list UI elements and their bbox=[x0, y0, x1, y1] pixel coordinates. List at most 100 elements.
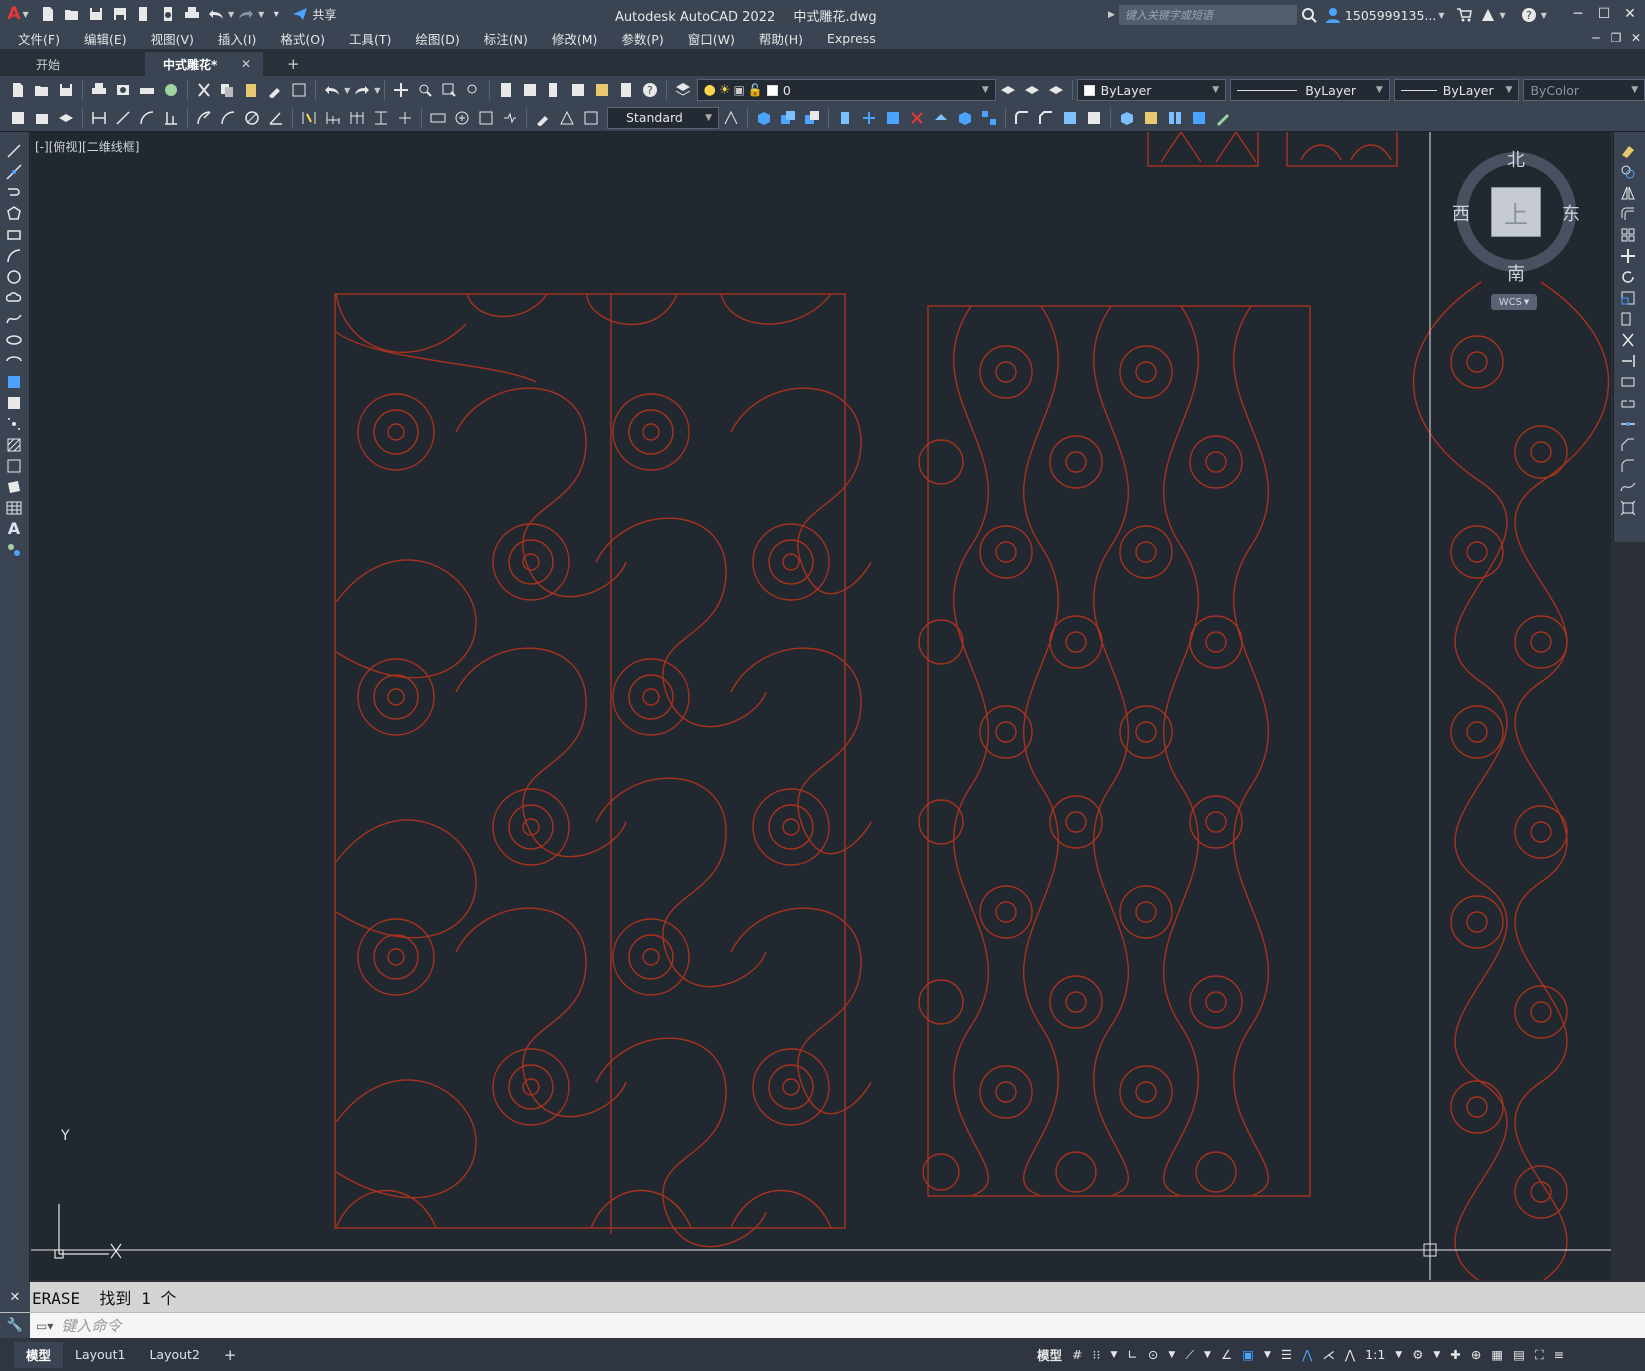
zoom-previous-icon[interactable] bbox=[462, 79, 484, 101]
dim-continue-icon[interactable] bbox=[346, 107, 368, 129]
point-icon[interactable] bbox=[0, 413, 28, 434]
close-icon[interactable]: ✕ bbox=[1617, 1, 1643, 27]
thicken-icon[interactable] bbox=[930, 107, 952, 129]
zoom-realtime-icon[interactable] bbox=[414, 79, 436, 101]
tab-model[interactable]: 模型 bbox=[14, 1341, 64, 1368]
menu-format[interactable]: 格式(O) bbox=[268, 29, 337, 48]
lineweight-toggle-icon[interactable]: ☰ bbox=[1276, 1347, 1297, 1362]
stretch-icon[interactable] bbox=[1614, 308, 1642, 329]
arc-icon[interactable] bbox=[0, 245, 28, 266]
polar-dropdown-icon[interactable]: ▼ bbox=[1163, 1350, 1180, 1360]
print-icon[interactable] bbox=[181, 3, 203, 25]
quick-dim-icon[interactable] bbox=[298, 107, 320, 129]
units-icon[interactable]: ⊕ bbox=[1466, 1347, 1486, 1362]
menu-parametric[interactable]: 参数(P) bbox=[609, 29, 675, 48]
layer-previous-icon[interactable] bbox=[1045, 79, 1067, 101]
mirror-icon[interactable] bbox=[1614, 182, 1642, 203]
offset-icon[interactable] bbox=[1614, 203, 1642, 224]
rectangle-icon[interactable] bbox=[0, 224, 28, 245]
help-icon[interactable]: ? bbox=[1518, 4, 1540, 26]
copy-faces-icon[interactable] bbox=[1212, 107, 1234, 129]
layer-thaw-icon[interactable]: ☀ bbox=[719, 83, 731, 98]
doc-restore-icon[interactable]: ❐ bbox=[1606, 28, 1626, 48]
menu-tools[interactable]: 工具(T) bbox=[337, 29, 403, 48]
union-icon[interactable] bbox=[777, 107, 799, 129]
taper-faces-icon[interactable] bbox=[1164, 107, 1186, 129]
menu-draw[interactable]: 绘图(D) bbox=[403, 29, 471, 48]
isodraft-icon[interactable]: ⟋ bbox=[1180, 1347, 1199, 1363]
search-icon[interactable] bbox=[1298, 4, 1320, 26]
offset-faces-icon[interactable] bbox=[1188, 107, 1210, 129]
dim-style-dropdown[interactable]: Standard ▼ bbox=[607, 106, 719, 129]
quick-properties-icon[interactable]: ▦ bbox=[1486, 1347, 1508, 1362]
save-icon[interactable] bbox=[85, 3, 107, 25]
center-mark-icon[interactable] bbox=[451, 107, 473, 129]
model-space-toggle[interactable]: 模型 bbox=[1032, 1345, 1067, 1364]
ellipse-arc-icon[interactable] bbox=[0, 350, 28, 371]
object-snap-dropdown-icon[interactable]: ▼ bbox=[1259, 1350, 1276, 1360]
annotation-scale-dropdown-icon[interactable]: ▼ bbox=[1390, 1350, 1407, 1360]
tab-drawing[interactable]: 中式雕花* ✕ bbox=[145, 52, 263, 76]
multiline-text-icon[interactable]: A bbox=[0, 518, 28, 539]
separate-icon[interactable] bbox=[978, 107, 1000, 129]
grid-icon[interactable]: # bbox=[1067, 1347, 1087, 1362]
compass-east[interactable]: 东 bbox=[1562, 200, 1580, 226]
annotation-scale-value[interactable]: 1:1 bbox=[1360, 1347, 1390, 1362]
customize-status-icon[interactable]: ≡ bbox=[1549, 1347, 1569, 1362]
fillet-icon[interactable] bbox=[1614, 455, 1642, 476]
open-icon[interactable] bbox=[31, 79, 53, 101]
object-snap-tracking-icon[interactable]: ∠ bbox=[1216, 1347, 1237, 1362]
paste-icon[interactable] bbox=[240, 79, 262, 101]
workspace-dropdown-icon[interactable]: ▼ bbox=[1428, 1350, 1445, 1360]
line-icon[interactable] bbox=[0, 140, 28, 161]
minimize-icon[interactable]: ─ bbox=[1565, 1, 1591, 27]
viewcube-top-face[interactable]: 上 bbox=[1491, 187, 1541, 237]
share-label[interactable]: 共享 bbox=[312, 6, 336, 23]
quick-access-dropdown-icon[interactable]: ▾ bbox=[265, 3, 287, 25]
subtract-icon[interactable] bbox=[801, 107, 823, 129]
color-dropdown[interactable]: ByLayer ▼ bbox=[1076, 79, 1227, 101]
plot-preview-icon[interactable] bbox=[157, 3, 179, 25]
plot-icon[interactable] bbox=[88, 79, 110, 101]
layer-match-icon[interactable] bbox=[1021, 79, 1043, 101]
block-icon[interactable] bbox=[7, 107, 29, 129]
layer-properties-icon[interactable] bbox=[672, 79, 694, 101]
menu-help[interactable]: 帮助(H) bbox=[747, 29, 815, 48]
dim-text-edit-icon[interactable] bbox=[556, 107, 578, 129]
circle-icon[interactable] bbox=[0, 266, 28, 287]
rotate-icon[interactable] bbox=[1614, 266, 1642, 287]
scale-icon[interactable] bbox=[1614, 287, 1642, 308]
qnew-icon[interactable] bbox=[7, 79, 29, 101]
layer-viewport-icon[interactable]: ▣ bbox=[734, 83, 745, 97]
object-snap-icon[interactable]: ▣ bbox=[1237, 1347, 1259, 1362]
plotstyle-dropdown[interactable]: ByColor ▼ bbox=[1523, 79, 1645, 101]
polygon-icon[interactable] bbox=[0, 203, 28, 224]
autodesk-account-icon[interactable] bbox=[1477, 4, 1499, 26]
save-as-icon[interactable] bbox=[109, 3, 131, 25]
inspect-icon[interactable] bbox=[475, 107, 497, 129]
dim-baseline-icon[interactable] bbox=[322, 107, 344, 129]
isodraft-dropdown-icon[interactable]: ▼ bbox=[1199, 1350, 1216, 1360]
workspace-gear-icon[interactable]: ⚙ bbox=[1407, 1347, 1428, 1362]
extrude-icon[interactable] bbox=[834, 107, 856, 129]
toolbar-undo-icon[interactable] bbox=[321, 79, 343, 101]
redo-icon[interactable] bbox=[235, 3, 257, 25]
construction-line-icon[interactable] bbox=[0, 161, 28, 182]
cart-icon[interactable] bbox=[1453, 4, 1475, 26]
graphics-performance-icon[interactable]: ▤ bbox=[1508, 1347, 1530, 1362]
erase-icon[interactable] bbox=[1614, 140, 1642, 161]
menu-window[interactable]: 窗口(W) bbox=[676, 29, 747, 48]
presspull-icon[interactable] bbox=[858, 107, 880, 129]
linetype-dropdown[interactable]: ByLayer ▼ bbox=[1230, 79, 1390, 101]
doc-close-icon[interactable]: ✕ bbox=[1626, 28, 1645, 48]
break-at-point-icon[interactable] bbox=[1614, 371, 1642, 392]
tab-add-layout-button[interactable]: + bbox=[212, 1342, 249, 1368]
new-file-icon[interactable] bbox=[37, 3, 59, 25]
menu-express[interactable]: Express bbox=[815, 31, 888, 46]
menu-insert[interactable]: 插入(I) bbox=[206, 29, 268, 48]
tab-add-button[interactable]: + bbox=[275, 52, 312, 76]
search-input[interactable]: 键入关键字或短语 bbox=[1118, 5, 1297, 25]
maximize-icon[interactable]: ☐ bbox=[1591, 1, 1617, 27]
extend-icon[interactable] bbox=[1614, 350, 1642, 371]
menu-file[interactable]: 文件(F) bbox=[0, 29, 72, 48]
